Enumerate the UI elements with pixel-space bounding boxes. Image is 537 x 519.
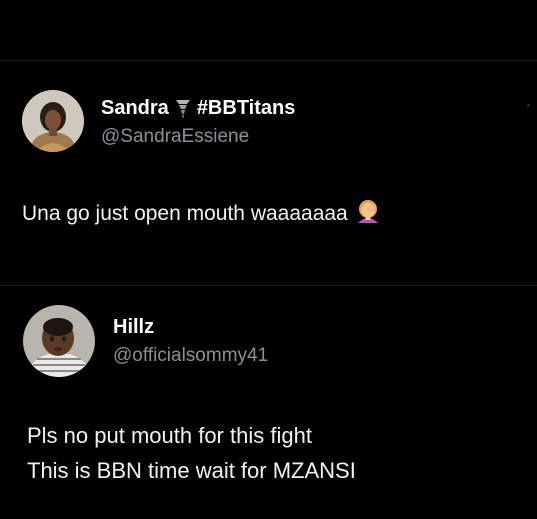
tweet-text-content: Una go just open mouth waaaaaaa bbox=[22, 202, 348, 226]
author-name[interactable]: Hillz bbox=[113, 316, 154, 339]
avatar[interactable] bbox=[23, 305, 95, 377]
hashtag-link[interactable]: #BBTitans bbox=[197, 97, 296, 120]
author-handle[interactable]: @SandraEssiene bbox=[101, 126, 249, 148]
avatar[interactable] bbox=[22, 90, 84, 152]
more-dot bbox=[527, 104, 530, 107]
tornado-icon bbox=[175, 97, 191, 119]
tweet-divider bbox=[0, 285, 537, 286]
facepalm-emoji-icon bbox=[354, 196, 382, 233]
tweet-text: Una go just open mouth waaaaaaa bbox=[22, 196, 382, 233]
tweet-text-line: Pls no put mouth for this fight bbox=[27, 423, 312, 448]
author-name-line[interactable]: Sandra #BBTitans bbox=[101, 96, 295, 120]
author-name[interactable]: Sandra bbox=[101, 97, 169, 120]
author-name-line[interactable]: Hillz bbox=[113, 315, 154, 339]
top-divider bbox=[0, 60, 537, 61]
tweet-text-line: This is BBN time wait for MZANSI bbox=[27, 458, 356, 483]
author-handle[interactable]: @officialsommy41 bbox=[113, 345, 268, 367]
